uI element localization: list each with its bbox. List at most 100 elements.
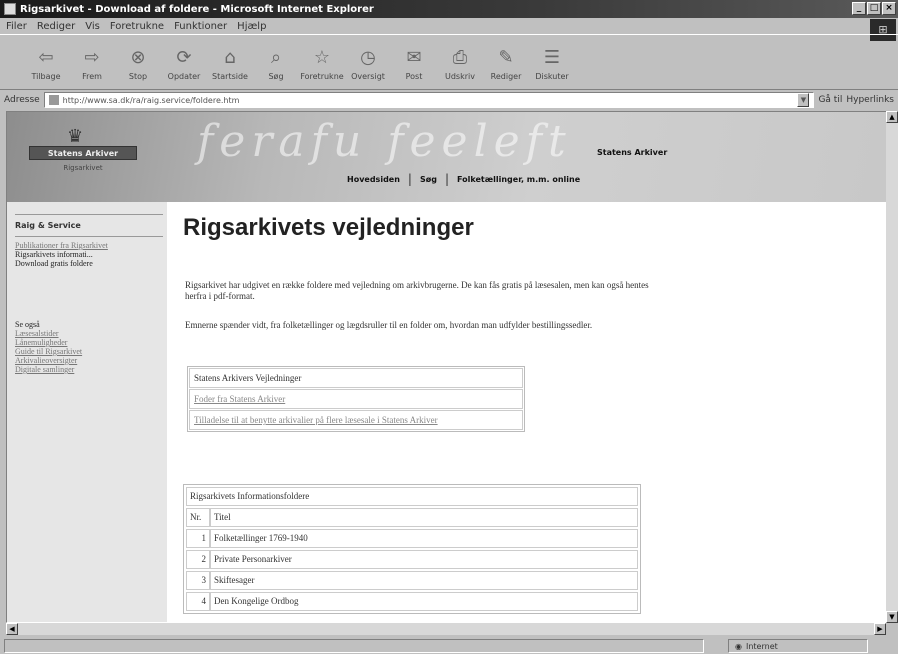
logo-subtitle: Rigsarkivet [63, 164, 103, 172]
sidebar-link-overviews[interactable]: Arkivalieoversigter [15, 356, 163, 365]
sidebar-item-information[interactable]: Rigsarkivets informati... [15, 250, 163, 259]
tilbage-button[interactable]: ⇦ Tilbage [24, 35, 68, 85]
frem-button[interactable]: ⇨ Frem [70, 35, 114, 85]
toolbar-button-label: Diskuter [535, 72, 569, 81]
rediger-button[interactable]: ✎ Rediger [484, 35, 528, 85]
oversigt-button[interactable]: ◷ Oversigt [346, 35, 390, 85]
toolbar-button-label: Rediger [490, 72, 522, 81]
address-label: Adresse [4, 95, 40, 105]
ie-app-icon [4, 3, 16, 15]
guides-link-permission[interactable]: Tilladelse til at benytte arkivalier på … [189, 410, 523, 430]
sidebar-link-guide[interactable]: Guide til Rigsarkivet [15, 347, 163, 356]
sidebar-link-loans[interactable]: Lånemuligheder [15, 338, 163, 347]
scroll-right-arrow-icon[interactable]: ▶ [874, 623, 886, 635]
address-url: http://www.sa.dk/ra/raig.service/foldere… [62, 95, 240, 105]
toolbar-button-label: Opdater [167, 72, 201, 81]
zone-label: Internet [745, 641, 778, 651]
home-icon: ⌂ [224, 47, 236, 68]
foretrukne-button[interactable]: ☆ Foretrukne [300, 35, 344, 85]
nav-search-link[interactable]: Søg [420, 175, 437, 184]
status-text-pane [4, 639, 704, 653]
sidebar-section-service: Raig & Service Publikationer fra Rigsark… [15, 214, 163, 268]
site-header: ferafu feeleft ♛ Statens Arkiver Rigsark… [7, 112, 887, 202]
header-script-decoration: ferafu feeleft [197, 116, 572, 167]
guides-box-header: Statens Arkivers Vejledninger [189, 368, 523, 388]
links-button[interactable]: Hyperlinks [846, 95, 894, 105]
table-row[interactable]: 2 Private Personarkiver [186, 550, 638, 569]
row-title[interactable]: Private Personarkiver [210, 550, 638, 569]
discuss-icon: ☰ [543, 47, 561, 68]
guides-box: Statens Arkivers Vejledninger Foder fra … [187, 366, 525, 432]
sidebar-section-see-also: Se også Læsesalstider Lånemuligheder Gui… [15, 314, 163, 374]
mail-icon: ✉ [406, 47, 422, 68]
row-title[interactable]: Folketællinger 1769-1940 [210, 529, 638, 548]
menu-item-edit[interactable]: Rediger [37, 21, 75, 32]
nav-census-link[interactable]: Folketællinger, m.m. online [457, 175, 580, 184]
toolbar-button-label: Udskriv [445, 72, 475, 81]
menu-bar: Filer Rediger Vis Foretrukne Funktioner … [0, 18, 898, 34]
sidebar-item-download[interactable]: Download gratis foldere [15, 259, 163, 268]
stop-button[interactable]: ⊗ Stop [116, 35, 160, 85]
post-button[interactable]: ✉ Post [392, 35, 436, 85]
history-icon: ◷ [360, 47, 376, 68]
address-dropdown-icon[interactable]: ▼ [797, 93, 810, 107]
nav-home-link[interactable]: Hovedsiden [347, 175, 400, 184]
back-icon: ⇦ [38, 47, 54, 68]
scroll-down-arrow-icon[interactable]: ▼ [886, 611, 898, 623]
page-viewport: ferafu feeleft ♛ Statens Arkiver Rigsark… [6, 111, 888, 623]
info-folders-table: Rigsarkivets Informationsfoldere Nr. Tit… [183, 484, 641, 614]
udskriv-button[interactable]: ⎙ Udskriv [438, 35, 482, 85]
menu-item-tools[interactable]: Funktioner [174, 21, 227, 32]
table-row[interactable]: 1 Folketællinger 1769-1940 [186, 529, 638, 548]
favorites-icon: ☆ [313, 47, 331, 68]
minimize-button[interactable]: _ [852, 2, 866, 15]
top-nav: Hovedsiden | Søg | Folketællinger, m.m. … [347, 172, 580, 186]
crown-icon: ♛ [67, 126, 84, 147]
guides-link-folder[interactable]: Foder fra Statens Arkiver [189, 389, 523, 409]
address-input[interactable]: http://www.sa.dk/ra/raig.service/foldere… [43, 92, 815, 108]
site-logo[interactable]: Statens Arkiver [29, 146, 137, 160]
menu-item-favorites[interactable]: Foretrukne [110, 21, 164, 32]
row-nr: 2 [186, 550, 210, 569]
sidebar: Raig & Service Publikationer fra Rigsark… [7, 202, 167, 622]
horizontal-scrollbar[interactable]: ◀ ▶ [6, 623, 886, 635]
sidebar-link-reading-hours[interactable]: Læsesalstider [15, 329, 163, 338]
table-row[interactable]: 3 Skiftesager [186, 571, 638, 590]
startside-button[interactable]: ⌂ Startside [208, 35, 252, 85]
scroll-left-arrow-icon[interactable]: ◀ [6, 623, 18, 635]
column-header-nr: Nr. [186, 508, 210, 527]
row-nr: 4 [186, 592, 210, 611]
address-bar: Adresse http://www.sa.dk/ra/raig.service… [0, 90, 898, 110]
menu-item-file[interactable]: Filer [6, 21, 27, 32]
table-caption-row: Rigsarkivets Informationsfoldere [186, 487, 638, 506]
security-zone: ◉ Internet [728, 639, 868, 653]
maximize-button[interactable]: □ [867, 2, 881, 15]
toolbar-button-label: Startside [212, 72, 248, 81]
page-title: Rigsarkivets vejledninger [183, 214, 474, 241]
menu-item-view[interactable]: Vis [85, 21, 100, 32]
edit-icon: ✎ [498, 47, 514, 68]
table-row[interactable]: 4 Den Kongelige Ordbog [186, 592, 638, 611]
scroll-up-arrow-icon[interactable]: ▲ [886, 111, 898, 123]
go-button[interactable]: Gå til [818, 95, 842, 105]
intro-paragraph: Rigsarkivet har udgivet en række foldere… [185, 280, 649, 301]
status-bar: ◉ Internet [0, 638, 898, 654]
table-caption: Rigsarkivets Informationsfoldere [186, 487, 638, 506]
menu-item-help[interactable]: Hjælp [237, 21, 266, 32]
toolbar-button-label: Søg [268, 72, 284, 81]
row-title[interactable]: Skiftesager [210, 571, 638, 590]
sidebar-link-publications[interactable]: Publikationer fra Rigsarkivet [15, 241, 163, 250]
vertical-scrollbar[interactable]: ▲ ▼ [886, 111, 898, 623]
søg-button[interactable]: ⌕ Søg [254, 35, 298, 85]
nav-separator: | [407, 172, 412, 186]
row-title[interactable]: Den Kongelige Ordbog [210, 592, 638, 611]
toolbar-button-label: Stop [128, 72, 148, 81]
column-header-title: Titel [210, 508, 638, 527]
sidebar-link-digital[interactable]: Digitale samlinger [15, 365, 163, 374]
row-nr: 1 [186, 529, 210, 548]
diskuter-button[interactable]: ☰ Diskuter [530, 35, 574, 85]
refresh-icon: ⟳ [176, 47, 192, 68]
close-button[interactable]: × [882, 2, 896, 15]
toolbar-button-label: Frem [82, 72, 102, 81]
opdater-button[interactable]: ⟳ Opdater [162, 35, 206, 85]
